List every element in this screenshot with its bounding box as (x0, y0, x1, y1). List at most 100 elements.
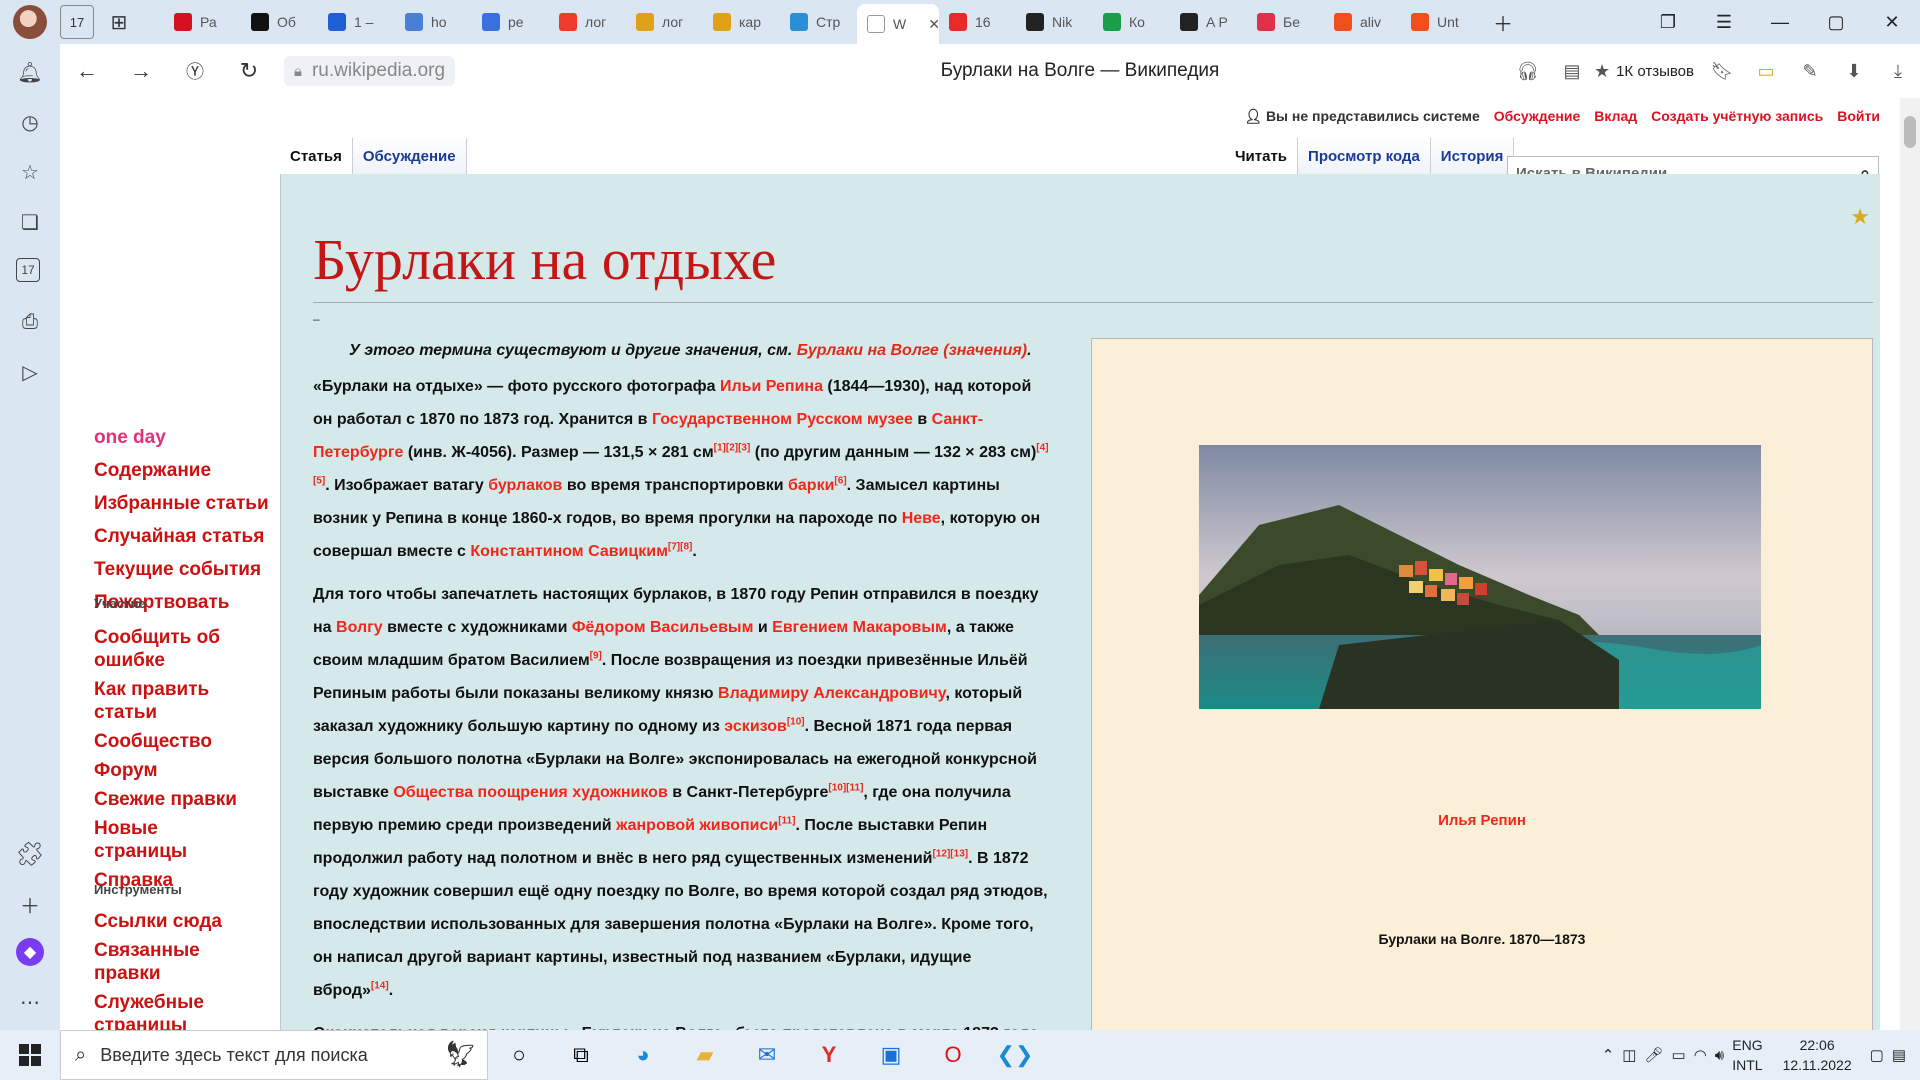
mail-icon[interactable]: ✉ (736, 1030, 798, 1080)
language-indicator[interactable]: ENG INTL (1732, 1035, 1762, 1075)
chevron-up-icon[interactable]: ⌃ (1602, 1046, 1615, 1064)
microphone-icon[interactable]: 🎤︎ (1644, 1046, 1663, 1064)
browser-tab[interactable]: ho (395, 5, 472, 39)
show-desktop-icon[interactable]: ▢ (1870, 1046, 1884, 1064)
yandex-browser-icon[interactable]: Y (798, 1030, 860, 1080)
nav-item-what-links-here[interactable]: Ссылки сюда (94, 910, 254, 933)
extension-icon[interactable]: ✎ (1788, 44, 1832, 98)
browser-tab[interactable]: Nik (1016, 5, 1093, 39)
bell-icon[interactable]: 🔔︎ (16, 58, 44, 86)
task-view-icon[interactable]: ⧉ (550, 1030, 612, 1080)
tab-talk[interactable]: Обсуждение (352, 138, 467, 174)
maximize-button[interactable]: ▢ (1808, 0, 1864, 44)
nav-item-one-day[interactable]: one day (94, 424, 269, 451)
nav-item-contents[interactable]: Содержание (94, 457, 269, 484)
browser-tab[interactable]: 16 (939, 5, 1016, 39)
headphones-icon[interactable]: 🎧︎ (1506, 44, 1550, 98)
browser-tab[interactable]: A P (1170, 5, 1247, 39)
nav-item-random[interactable]: Случайная статья (94, 523, 269, 550)
usertool-login[interactable]: Войти (1837, 108, 1880, 125)
nav-item-community[interactable]: Сообщество (94, 730, 254, 753)
tab-article[interactable]: Статья (280, 138, 353, 174)
usertool-contrib[interactable]: Вклад (1594, 108, 1637, 125)
browser-tab[interactable]: Стр (780, 5, 857, 39)
browser-tab[interactable]: W ✕ (857, 4, 939, 44)
nav-item-report-error[interactable]: Сообщить об ошибке (94, 626, 254, 672)
browser-tab[interactable]: Ра (164, 5, 241, 39)
play-icon[interactable]: ▷ (16, 358, 44, 386)
reader-mode-icon[interactable]: ▤ (1550, 44, 1594, 98)
browser-tab[interactable]: Unt (1401, 5, 1478, 39)
nav-item-current-events[interactable]: Текущие события (94, 556, 269, 583)
nav-item-how-to-edit[interactable]: Как править статьи (94, 678, 254, 724)
edge-icon[interactable]: ◕ (612, 1030, 674, 1080)
collections-icon[interactable]: ❏ (16, 208, 44, 236)
calendar-tab-icon[interactable]: 17 (60, 5, 94, 39)
history-icon[interactable]: ◷ (16, 108, 44, 136)
infobox-image[interactable] (1199, 445, 1761, 709)
browser-tab[interactable]: aliv (1324, 5, 1401, 39)
opera-icon[interactable]: O (922, 1030, 984, 1080)
notifications-icon[interactable]: ▤ (1892, 1046, 1906, 1064)
bookmark-icon[interactable]: 🔖︎ (1700, 44, 1744, 98)
usertool-create-account[interactable]: Создать учётную запись (1651, 108, 1823, 125)
taskbar-search-input[interactable]: ⌕ Введите здесь текст для поиска 🦅︎ (60, 1030, 488, 1080)
battery-tray-icon[interactable]: ▭ (1672, 1046, 1686, 1064)
hatnote-link[interactable]: Бурлаки на Волге (значения) (797, 342, 1027, 359)
menu-icon[interactable]: ☰ (1696, 0, 1752, 44)
add-panel-icon[interactable]: ＋ (16, 890, 44, 918)
browser-tab[interactable]: лог (549, 5, 626, 39)
nav-item-special-pages[interactable]: Служебные страницы (94, 991, 254, 1030)
tab-view-source[interactable]: Просмотр кода (1298, 138, 1431, 174)
clock[interactable]: 22:06 12.11.2022 (1783, 1035, 1852, 1075)
bookmarks-star-icon[interactable]: ☆ (16, 158, 44, 186)
forward-icon[interactable]: → (114, 44, 168, 98)
file-explorer-icon[interactable]: ▰ (674, 1030, 736, 1080)
nav-item-new-pages[interactable]: Новые страницы (94, 817, 254, 863)
tab-read[interactable]: Читать (1225, 138, 1299, 174)
calendar-icon[interactable]: 17 (16, 258, 40, 282)
browser-tab[interactable]: ре (472, 5, 549, 39)
screenshot-icon[interactable]: ⎙ (16, 308, 44, 336)
reviews-button[interactable]: ★ 1К отзывов (1594, 44, 1700, 98)
browser-tab[interactable]: Ко (1093, 5, 1170, 39)
downloads-extension-icon[interactable]: ⬇ (1832, 44, 1876, 98)
camera-icon[interactable]: ◫ (1622, 1046, 1636, 1064)
vscode-icon[interactable]: ❮❯ (984, 1030, 1046, 1080)
minimize-button[interactable]: — (1752, 0, 1808, 44)
app-icon[interactable]: 🧩︎ (15, 840, 45, 868)
infobox-author-link[interactable]: Илья Репин (1092, 812, 1872, 829)
url-field[interactable]: 🔒︎ ru.wikipedia.org (284, 56, 456, 86)
page-scrollbar[interactable] (1900, 98, 1920, 1030)
volume-icon[interactable]: 🔊︎ (1715, 1047, 1724, 1064)
browser-tab[interactable]: Об (241, 5, 318, 39)
nav-item-related-changes[interactable]: Связанные правки (94, 939, 254, 985)
nav-item-recent-changes[interactable]: Свежие правки (94, 788, 254, 811)
browser-tab[interactable]: Бе (1247, 5, 1324, 39)
tab-history[interactable]: История (1430, 138, 1515, 174)
browser-tab[interactable]: кар (703, 5, 780, 39)
download-icon[interactable]: ⤓ (1876, 44, 1920, 98)
alice-icon[interactable]: ◆ (16, 938, 44, 966)
battery-icon[interactable]: ▭ (1744, 44, 1788, 98)
yandex-icon[interactable]: Ⓨ (168, 44, 222, 98)
nav-item-featured[interactable]: Избранные статьи (94, 490, 269, 517)
tabs-overview-icon[interactable]: ❐ (1640, 0, 1696, 44)
more-icon[interactable]: ⋯ (16, 988, 44, 1016)
new-tab-group-icon[interactable]: ⊞ (100, 5, 138, 39)
cortana-icon[interactable]: ○ (488, 1030, 550, 1080)
browser-tab[interactable]: 1 – (318, 5, 395, 39)
scrollbar-thumb[interactable] (1904, 116, 1916, 148)
new-tab-button[interactable]: ＋ (1484, 5, 1522, 39)
reload-icon[interactable]: ↻ (222, 44, 276, 98)
profile-avatar[interactable] (13, 5, 47, 39)
windows-start-icon[interactable] (0, 1030, 60, 1080)
wifi-icon[interactable]: ◠ (1694, 1046, 1707, 1064)
store-icon[interactable]: ▣ (860, 1030, 922, 1080)
browser-tab[interactable]: лог (626, 5, 703, 39)
usertool-talk[interactable]: Обсуждение (1494, 108, 1581, 125)
nav-item-forum[interactable]: Форум (94, 759, 254, 782)
close-tab-icon[interactable]: ✕ (928, 16, 939, 33)
close-window-button[interactable]: ✕ (1864, 0, 1920, 44)
back-icon[interactable]: ← (60, 44, 114, 98)
